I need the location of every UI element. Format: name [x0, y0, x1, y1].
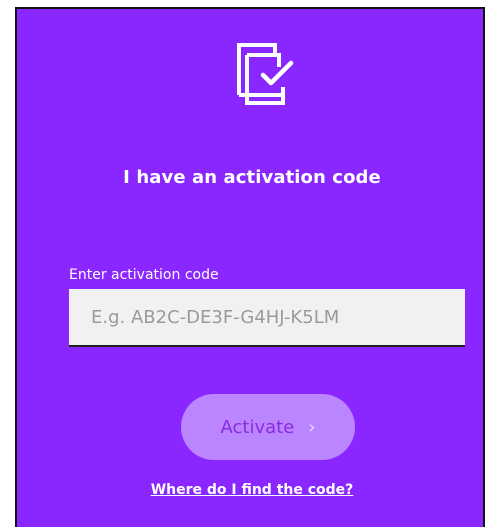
chevron-right-icon: › [308, 416, 316, 438]
activation-code-label: Enter activation code [69, 267, 219, 283]
activate-button-label: Activate [220, 416, 295, 438]
book-check-icon [237, 43, 294, 105]
app-window: I have an activation code Enter activati… [0, 0, 488, 527]
activation-code-input[interactable] [69, 289, 465, 345]
page-title: I have an activation code [123, 167, 381, 188]
activate-button[interactable]: Activate › [181, 394, 355, 460]
activation-code-field[interactable] [69, 289, 465, 347]
find-code-link[interactable]: Where do I find the code? [17, 482, 487, 498]
activation-panel: I have an activation code Enter activati… [15, 7, 485, 527]
